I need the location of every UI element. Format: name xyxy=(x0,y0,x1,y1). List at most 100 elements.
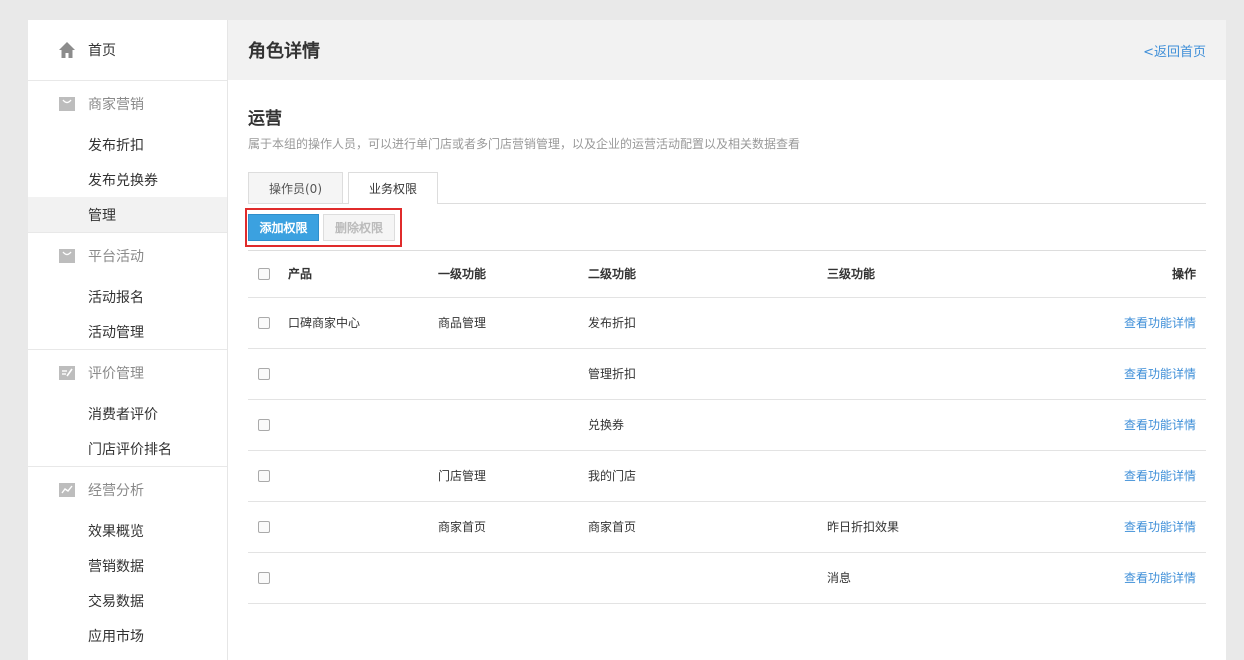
view-details-link[interactable]: 查看功能详情 xyxy=(1124,316,1196,330)
row-checkbox[interactable] xyxy=(258,317,270,329)
role-name: 运营 xyxy=(248,109,282,129)
view-details-link[interactable]: 查看功能详情 xyxy=(1124,418,1196,432)
action-bar: 添加权限 删除权限 xyxy=(245,204,1206,251)
sidebar-group-title: 商家营销 xyxy=(88,97,144,113)
sidebar-group-platform: 平台活动 活动报名 活动管理 xyxy=(28,233,227,350)
tab-bar: 操作员(0) 业务权限 xyxy=(248,172,1206,204)
cell-level3: 消息 xyxy=(827,571,852,585)
select-all-cell xyxy=(248,251,288,297)
sidebar-item-publish-coupon[interactable]: 发布兑换券 xyxy=(28,162,227,197)
row-checkbox[interactable] xyxy=(258,521,270,533)
table-row: 消息 查看功能详情 xyxy=(248,552,1206,603)
tab-operators[interactable]: 操作员(0) xyxy=(248,172,343,203)
cell-level1: 商家首页 xyxy=(438,520,487,534)
home-icon xyxy=(58,41,76,59)
cell-operation: 查看功能详情 xyxy=(1077,552,1206,603)
column-header-level2: 二级功能 xyxy=(588,267,637,282)
row-checkbox-cell xyxy=(248,297,288,348)
cell-level1: 门店管理 xyxy=(438,469,487,483)
sidebar-group-title: 评价管理 xyxy=(88,366,144,382)
sidebar-group-marketing: 商家营销 发布折扣 发布兑换券 管理 xyxy=(28,81,227,233)
sidebar-group-header: 平台活动 xyxy=(28,233,227,279)
table-row: 口碑商家中心 商品管理 发布折扣 查看功能详情 xyxy=(248,297,1206,348)
sidebar-item-consumer-reviews[interactable]: 消费者评价 xyxy=(28,396,227,431)
cell-product xyxy=(288,501,438,552)
cell-product xyxy=(288,348,438,399)
cell-level1 xyxy=(438,399,588,450)
sidebar-item-label: 首页 xyxy=(88,43,116,59)
cell-level1: 商品管理 xyxy=(438,316,487,330)
table-row: 兑换券 查看功能详情 xyxy=(248,399,1206,450)
select-all-checkbox[interactable] xyxy=(258,268,270,281)
row-checkbox[interactable] xyxy=(258,368,270,380)
sidebar-item-manage[interactable]: 管理 xyxy=(28,197,227,232)
column-header-operation: 操作 xyxy=(1171,267,1196,282)
cell-operation: 查看功能详情 xyxy=(1077,399,1206,450)
sidebar-group-reviews: 评价管理 消费者评价 门店评价排名 xyxy=(28,350,227,467)
cell-operation: 查看功能详情 xyxy=(1077,348,1206,399)
role-description: 属于本组的操作人员，可以进行单门店或者多门店营销管理，以及企业的运营活动配置以及… xyxy=(248,137,801,151)
sidebar-item-marketing-data[interactable]: 营销数据 xyxy=(28,548,227,583)
page-header: 角色详情 <返回首页 xyxy=(228,20,1226,80)
column-header-product: 产品 xyxy=(288,267,313,282)
cell-operation: 查看功能详情 xyxy=(1077,450,1206,501)
cell-level3 xyxy=(827,399,1077,450)
row-checkbox[interactable] xyxy=(258,419,270,431)
bag-icon xyxy=(58,95,76,113)
cell-product: 口碑商家中心 xyxy=(288,316,361,330)
row-checkbox-cell xyxy=(248,399,288,450)
cell-level2: 我的门店 xyxy=(588,469,637,483)
sidebar-item-store-ranking[interactable]: 门店评价排名 xyxy=(28,431,227,466)
view-details-link[interactable]: 查看功能详情 xyxy=(1124,571,1196,585)
sidebar-group-analytics: 经营分析 效果概览 营销数据 交易数据 应用市场 xyxy=(28,467,227,653)
view-details-link[interactable]: 查看功能详情 xyxy=(1124,469,1196,483)
sidebar-item-app-market[interactable]: 应用市场 xyxy=(28,618,227,653)
row-checkbox-cell xyxy=(248,501,288,552)
permissions-table: 产品 一级功能 二级功能 三级功能 操作 口碑商家中心 商品管理 发布折扣 查看… xyxy=(248,251,1206,604)
cell-product xyxy=(288,450,438,501)
row-checkbox-cell xyxy=(248,450,288,501)
cell-level3: 昨日折扣效果 xyxy=(827,520,900,534)
bag-icon xyxy=(58,247,76,265)
delete-permission-button[interactable]: 删除权限 xyxy=(323,214,395,241)
sidebar-item-activity-manage[interactable]: 活动管理 xyxy=(28,314,227,349)
sidebar-item-activity-signup[interactable]: 活动报名 xyxy=(28,279,227,314)
cell-level2: 管理折扣 xyxy=(588,367,637,381)
column-header-level3: 三级功能 xyxy=(827,267,876,282)
row-checkbox[interactable] xyxy=(258,470,270,482)
view-details-link[interactable]: 查看功能详情 xyxy=(1124,520,1196,534)
cell-level3 xyxy=(827,450,1077,501)
add-permission-button[interactable]: 添加权限 xyxy=(248,214,319,241)
cell-level3 xyxy=(827,297,1077,348)
tab-business-permissions[interactable]: 业务权限 xyxy=(348,172,439,204)
sidebar-item-publish-discount[interactable]: 发布折扣 xyxy=(28,127,227,162)
sidebar-group-header: 经营分析 xyxy=(28,467,227,513)
main-content: 运营 属于本组的操作人员，可以进行单门店或者多门店营销管理，以及企业的运营活动配… xyxy=(245,80,1206,604)
table-row: 商家首页 商家首页 昨日折扣效果 查看功能详情 xyxy=(248,501,1206,552)
cell-product xyxy=(288,399,438,450)
table-row: 管理折扣 查看功能详情 xyxy=(248,348,1206,399)
chart-icon xyxy=(58,481,76,499)
cell-level2: 商家首页 xyxy=(588,520,637,534)
cell-level3 xyxy=(827,348,1077,399)
back-home-link[interactable]: <返回首页 xyxy=(1143,41,1206,60)
view-details-link[interactable]: 查看功能详情 xyxy=(1124,367,1196,381)
sidebar-item-overview[interactable]: 效果概览 xyxy=(28,513,227,548)
cell-product xyxy=(288,552,438,603)
sidebar-group-header: 评价管理 xyxy=(28,350,227,396)
column-header-level1: 一级功能 xyxy=(438,267,487,282)
row-checkbox-cell xyxy=(248,348,288,399)
sidebar-item-transaction-data[interactable]: 交易数据 xyxy=(28,583,227,618)
row-checkbox[interactable] xyxy=(258,572,270,584)
sidebar: 首页 商家营销 发布折扣 发布兑换券 管理 平台活动 活动报名 活动管理 评价管… xyxy=(28,20,228,660)
cell-operation: 查看功能详情 xyxy=(1077,501,1206,552)
table-header-row: 产品 一级功能 二级功能 三级功能 操作 xyxy=(248,251,1206,297)
edit-icon xyxy=(58,364,76,382)
page: 首页 商家营销 发布折扣 发布兑换券 管理 平台活动 活动报名 活动管理 评价管… xyxy=(28,20,1226,660)
page-title: 角色详情 xyxy=(248,41,320,62)
cell-level1 xyxy=(438,552,588,603)
cell-level2 xyxy=(588,552,827,603)
sidebar-group-title: 经营分析 xyxy=(88,483,144,499)
cell-level2: 发布折扣 xyxy=(588,316,637,330)
sidebar-item-home[interactable]: 首页 xyxy=(28,20,227,81)
